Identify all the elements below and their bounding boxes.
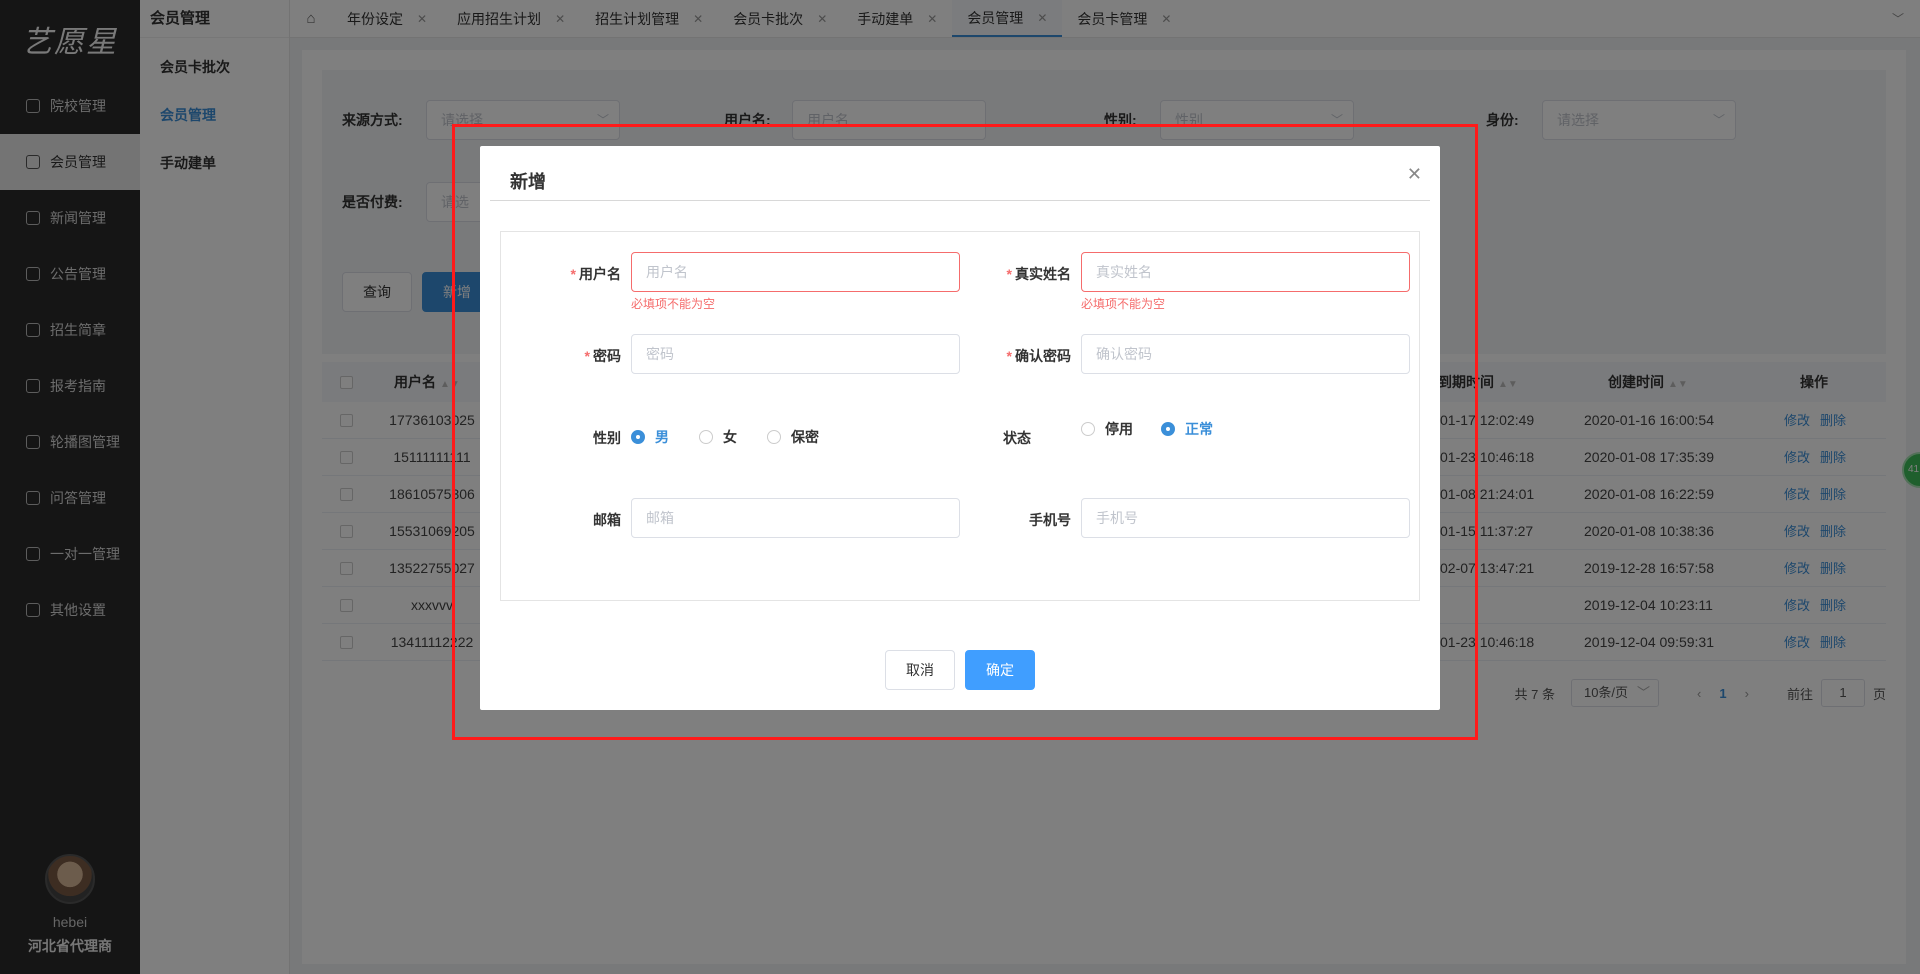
phone-input[interactable]: 手机号 <box>1081 498 1410 538</box>
gender-radio-label: 女 <box>723 429 737 445</box>
radio-dot <box>767 430 781 444</box>
confirm-password-placeholder: 确认密码 <box>1096 346 1152 362</box>
confirm-button[interactable]: 确定 <box>965 650 1035 690</box>
email-placeholder: 邮箱 <box>646 510 674 526</box>
radio-dot <box>699 430 713 444</box>
required-mark: * <box>1006 348 1012 364</box>
add-member-dialog: 新增 ✕ * 用户名 用户名 必填项不能为空 * 真实姓名 真实姓名 必填项不能为空… <box>480 146 1440 710</box>
gender-label: 性别 <box>593 430 621 446</box>
status-radio-disabled[interactable]: 停用 <box>1081 419 1133 439</box>
member-form: * 用户名 用户名 必填项不能为空 * 真实姓名 真实姓名 必填项不能为空 * 密码 … <box>500 231 1420 601</box>
radio-dot <box>1081 422 1095 436</box>
required-mark: * <box>570 266 576 282</box>
status-label: 状态 <box>1003 430 1031 446</box>
username-label: * 用户名 <box>501 264 621 284</box>
required-mark: * <box>584 348 590 364</box>
confirm-password-label-text: 确认密码 <box>1015 348 1071 364</box>
status-radio-normal[interactable]: 正常 <box>1161 419 1213 439</box>
password-placeholder: 密码 <box>646 346 674 362</box>
confirm-password-label: * 确认密码 <box>951 346 1071 366</box>
realname-label-text: 真实姓名 <box>1015 266 1071 282</box>
status-radio-label: 正常 <box>1185 421 1213 437</box>
gender-radio-male[interactable]: 男 <box>631 427 669 447</box>
username-placeholder: 用户名 <box>646 264 688 280</box>
confirm-password-input[interactable]: 确认密码 <box>1081 334 1410 374</box>
close-icon[interactable]: ✕ <box>1407 164 1422 185</box>
username-error: 必填项不能为空 <box>631 297 716 311</box>
gender-radio-female[interactable]: 女 <box>699 427 737 447</box>
email-label: 邮箱 <box>593 512 621 528</box>
password-input[interactable]: 密码 <box>631 334 960 374</box>
username-label-text: 用户名 <box>579 266 621 282</box>
username-input[interactable]: 用户名 <box>631 252 960 292</box>
realname-input[interactable]: 真实姓名 <box>1081 252 1410 292</box>
required-mark: * <box>1006 266 1012 282</box>
realname-label: * 真实姓名 <box>951 264 1071 284</box>
realname-error: 必填项不能为空 <box>1081 297 1166 311</box>
radio-dot <box>1161 422 1175 436</box>
realname-placeholder: 真实姓名 <box>1096 264 1152 280</box>
password-label: * 密码 <box>501 346 621 366</box>
status-radio-label: 停用 <box>1105 421 1133 437</box>
gender-radio-secret[interactable]: 保密 <box>767 427 819 447</box>
phone-label: 手机号 <box>1029 512 1071 528</box>
radio-dot <box>631 430 645 444</box>
email-input[interactable]: 邮箱 <box>631 498 960 538</box>
gender-radio-label: 男 <box>655 429 669 445</box>
dialog-title: 新增 <box>510 172 546 192</box>
dialog-divider <box>490 200 1430 201</box>
cancel-button[interactable]: 取消 <box>885 650 955 690</box>
phone-placeholder: 手机号 <box>1096 510 1138 526</box>
gender-radio-label: 保密 <box>791 429 819 445</box>
password-label-text: 密码 <box>593 348 621 364</box>
